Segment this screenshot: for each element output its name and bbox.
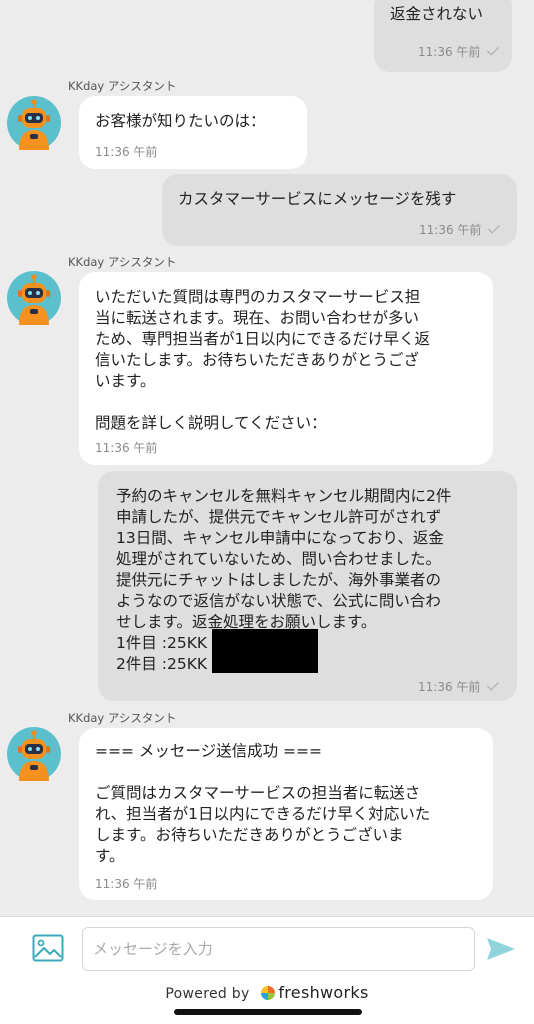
bot-message: === メッセージ送信成功 === ご質問はカスタマーサービスの担当者に転送さ …: [79, 728, 493, 900]
chat-transcript[interactable]: 返金されない 11:36 午前 KKday アシスタント お客様が知りたいのは：…: [0, 0, 534, 916]
brand-name: freshworks: [278, 983, 369, 1002]
message-text: 返金されない: [390, 5, 484, 23]
sender-name: KKday アシスタント: [68, 79, 177, 93]
message-time: 11:36 午前: [419, 220, 501, 241]
user-message: カスタマーサービスにメッセージを残す 11:36 午前: [162, 174, 517, 246]
sender-name: KKday アシスタント: [68, 255, 177, 269]
freshworks-logo-icon: [261, 986, 276, 1000]
robot-avatar-icon: [7, 96, 61, 150]
bot-message: いただいた質問は専門のカスタマーサービス担 当に転送されます。現在、お問い合わせ…: [79, 272, 493, 465]
user-message: 返金されない 11:36 午前: [374, 0, 512, 72]
message-time: 11:36 午前: [95, 145, 158, 159]
message-text: カスタマーサービスにメッセージを残す: [178, 190, 457, 208]
message-time: 11:36 午前: [418, 42, 500, 63]
message-time: 11:36 午前: [418, 677, 500, 698]
delivered-check-icon: [487, 678, 500, 691]
home-indicator[interactable]: [174, 1009, 362, 1015]
delivered-check-icon: [488, 221, 501, 234]
image-icon[interactable]: [32, 934, 64, 962]
message-text: === メッセージ送信成功 === ご質問はカスタマーサービスの担当者に転送さ …: [95, 742, 431, 865]
message-text: いただいた質問は専門のカスタマーサービス担 当に転送されます。現在、お問い合わせ…: [95, 288, 431, 432]
robot-avatar-icon: [7, 271, 61, 325]
robot-avatar-icon: [7, 727, 61, 781]
message-input[interactable]: [82, 927, 475, 971]
send-icon[interactable]: [486, 937, 516, 961]
sender-name: KKday アシスタント: [68, 711, 177, 725]
message-text: お客様が知りたいのは：: [95, 112, 266, 130]
powered-by: Powered by freshworks: [165, 983, 369, 1002]
user-message: 予約のキャンセルを無料キャンセル期間内に2件 申請したが、提供元でキャンセル許可…: [98, 471, 517, 701]
composer-footer: Powered by freshworks: [0, 916, 534, 1024]
message-time: 11:36 午前: [95, 877, 158, 891]
redaction-box: [212, 629, 318, 673]
bot-message: お客様が知りたいのは： 11:36 午前: [79, 96, 307, 169]
delivered-check-icon: [487, 43, 500, 56]
message-time: 11:36 午前: [95, 441, 158, 455]
